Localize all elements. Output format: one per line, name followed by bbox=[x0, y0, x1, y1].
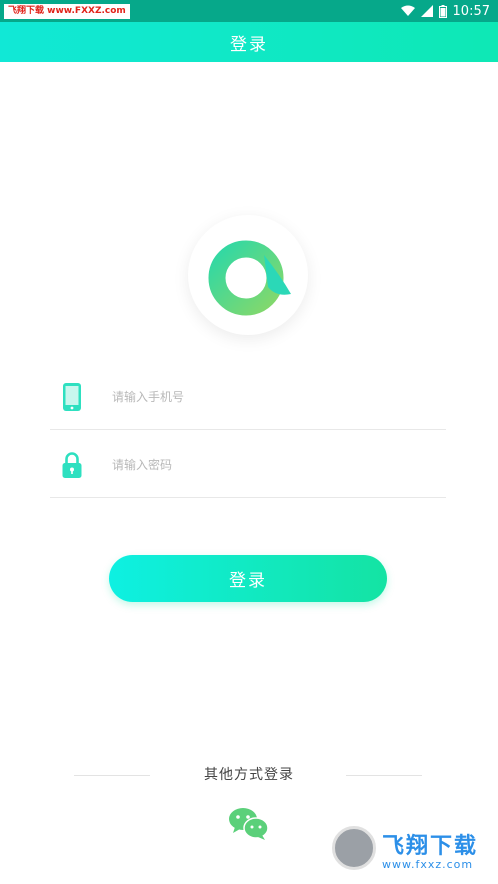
lock-icon bbox=[62, 452, 82, 478]
other-login-section: 其他方式登录 bbox=[0, 764, 498, 786]
watermark-brand: 飞翔下载 bbox=[382, 834, 479, 859]
divider-right bbox=[346, 775, 422, 776]
login-screen: 飞翔下载 www.FXXZ.com 10:57 登录 请输入手机号 登录 其他方… bbox=[0, 0, 498, 884]
site-watermark: 飞翔下载 www.fxxz.com bbox=[330, 826, 490, 878]
header-bar: 登录 bbox=[0, 22, 498, 62]
status-time: 10:57 bbox=[452, 3, 490, 19]
phone-icon bbox=[63, 383, 81, 411]
app-logo bbox=[188, 215, 308, 335]
password-field bbox=[50, 434, 446, 498]
status-icons: 10:57 bbox=[400, 0, 490, 22]
status-watermark: 飞翔下载 www.FXXZ.com bbox=[4, 4, 130, 19]
watermark-url: www.fxxz.com bbox=[382, 858, 474, 871]
watermark-logo-icon bbox=[332, 826, 376, 870]
login-button[interactable]: 登录 bbox=[109, 555, 387, 602]
page-title: 登录 bbox=[230, 34, 268, 55]
battery-icon bbox=[438, 4, 447, 18]
wechat-login-button[interactable] bbox=[227, 806, 271, 842]
signal-icon bbox=[420, 5, 433, 17]
phone-field bbox=[50, 366, 446, 430]
wifi-icon bbox=[400, 5, 415, 16]
phone-input[interactable] bbox=[112, 384, 432, 410]
password-input[interactable] bbox=[112, 452, 432, 478]
other-login-title: 其他方式登录 bbox=[204, 767, 294, 783]
wechat-icon bbox=[229, 808, 269, 840]
status-bar: 飞翔下载 www.FXXZ.com 10:57 bbox=[0, 0, 498, 22]
app-logo-icon bbox=[208, 240, 291, 316]
